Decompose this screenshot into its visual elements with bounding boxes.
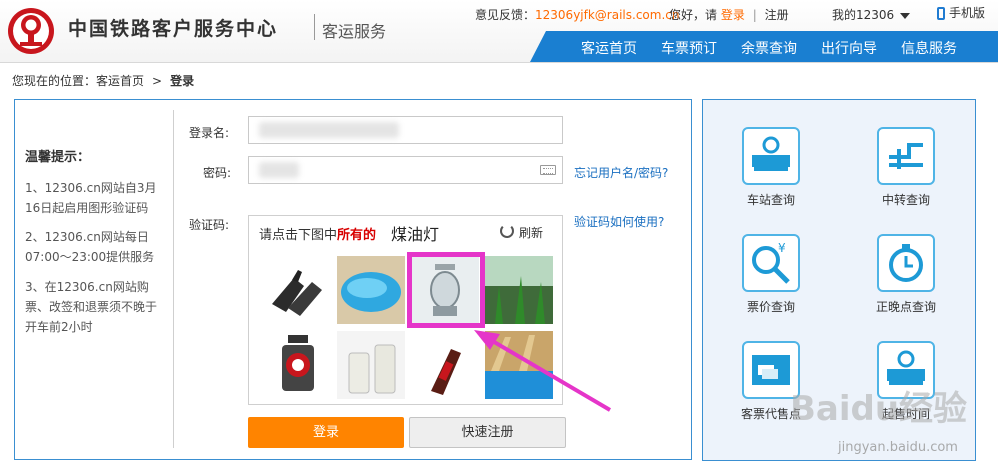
breadcrumb-prefix: 您现在的位置：	[12, 74, 97, 88]
phone-icon	[937, 7, 945, 20]
register-link[interactable]: 注册	[765, 8, 789, 22]
nav-item-remaining-tickets[interactable]: 余票查询	[741, 38, 797, 58]
login-link[interactable]: 登录	[721, 8, 745, 22]
svg-text:¥: ¥	[778, 241, 786, 255]
tips-title: 温馨提示：	[25, 150, 91, 165]
password-label: 密码:	[203, 166, 232, 180]
watermark-logo: Baidu经验	[790, 389, 968, 429]
tip-item: 3、在12306.cn网站购票、改签和退票须不晚于开车前2小时	[25, 280, 158, 334]
service-label: 正晚点查询	[875, 300, 936, 314]
breadcrumb-current: 登录	[170, 74, 195, 88]
nav-item-travel-guide[interactable]: 出行向导	[821, 38, 877, 58]
my12306-label: 我的12306	[832, 8, 895, 22]
fare-search-icon: ¥	[742, 234, 800, 292]
breadcrumb-separator: >	[152, 74, 163, 88]
user-links: 您好，请 登录 | 注册	[669, 6, 789, 23]
my12306-menu[interactable]: 我的12306	[832, 6, 911, 23]
feedback-email-link[interactable]: 12306yjfk@rails.com.cn	[535, 8, 679, 22]
title-divider	[314, 14, 315, 40]
captcha-prompt-prefix: 请点击下图中	[259, 228, 338, 243]
service-transfer-query[interactable]: 中转查询	[861, 127, 951, 208]
breadcrumb-home-link[interactable]: 客运首页	[96, 74, 144, 88]
refresh-icon[interactable]	[500, 224, 514, 238]
mobile-label: 手机版	[949, 6, 986, 20]
captcha-image-aquarium[interactable]	[485, 256, 553, 324]
nav-item-info-service[interactable]: 信息服务	[901, 38, 957, 58]
captcha-image-railway-lantern[interactable]	[264, 331, 332, 399]
service-fare-query[interactable]: ¥ 票价查询	[726, 234, 816, 315]
keyboard-icon[interactable]	[540, 165, 556, 175]
captcha-refresh-button[interactable]: 刷新	[519, 224, 543, 241]
captcha-help-link[interactable]: 验证码如何使用?	[574, 213, 664, 230]
tip-item: 1、12306.cn网站自3月16日起启用图形验证码	[25, 181, 157, 215]
forgot-password-link[interactable]: 忘记用户名/密码?	[574, 164, 668, 181]
mobile-version-link[interactable]: 手机版	[937, 4, 985, 21]
password-input[interactable]	[248, 156, 563, 184]
panel-divider	[173, 110, 174, 448]
login-button[interactable]: 登录	[248, 417, 404, 448]
stopwatch-icon	[877, 234, 935, 292]
transfer-icon	[877, 127, 935, 185]
main-nav: 客运首页 车票预订 余票查询 出行向导 信息服务	[530, 31, 998, 62]
nav-item-home[interactable]: 客运首页	[581, 38, 637, 58]
nav-item-booking[interactable]: 车票预订	[661, 38, 717, 58]
service-delay-query[interactable]: 正晚点查询	[861, 234, 951, 315]
link-separator: |	[752, 8, 757, 22]
captcha-target-word: 煤油灯	[391, 225, 440, 244]
username-label: 登录名:	[189, 126, 230, 140]
watermark-url: jingyan.baidu.com	[838, 440, 958, 455]
annotation-arrow-icon	[474, 330, 612, 412]
captcha-label: 验证码:	[189, 218, 230, 232]
site-title: 中国铁路客户服务中心	[68, 18, 279, 40]
service-station-query[interactable]: 车站查询	[726, 127, 816, 208]
captcha-prompt-emphasis: 所有的	[337, 228, 377, 243]
service-label: 票价查询	[746, 300, 795, 314]
header: 中国铁路客户服务中心 客运服务 意见反馈：12306yjfk@rails.com…	[0, 0, 998, 63]
feedback-area: 意见反馈：12306yjfk@rails.com.cn	[475, 6, 679, 23]
captcha-prompt: 请点击下图中所有的	[259, 224, 376, 243]
username-input[interactable]	[248, 116, 563, 144]
chevron-down-icon	[900, 12, 911, 19]
service-label: 中转查询	[881, 193, 930, 207]
masked-username	[259, 122, 399, 138]
selected-image-highlight	[407, 252, 485, 328]
masked-password	[259, 162, 299, 178]
captcha-image-gloves[interactable]	[264, 256, 332, 324]
greeting-text: 您好，请	[669, 8, 718, 22]
tip-item: 2、12306.cn网站每日07:00～23:00提供服务	[25, 230, 155, 264]
railway-logo-icon[interactable]	[6, 6, 56, 56]
feedback-label: 意见反馈：	[475, 8, 536, 22]
captcha-image-swimming-pool[interactable]	[337, 256, 405, 324]
breadcrumb: 您现在的位置：客运首页 > 登录	[12, 72, 194, 89]
service-label: 车站查询	[746, 193, 795, 207]
captcha-image-milk-bottles[interactable]	[337, 331, 405, 399]
site-subtitle: 客运服务	[322, 22, 387, 41]
station-icon	[742, 127, 800, 185]
